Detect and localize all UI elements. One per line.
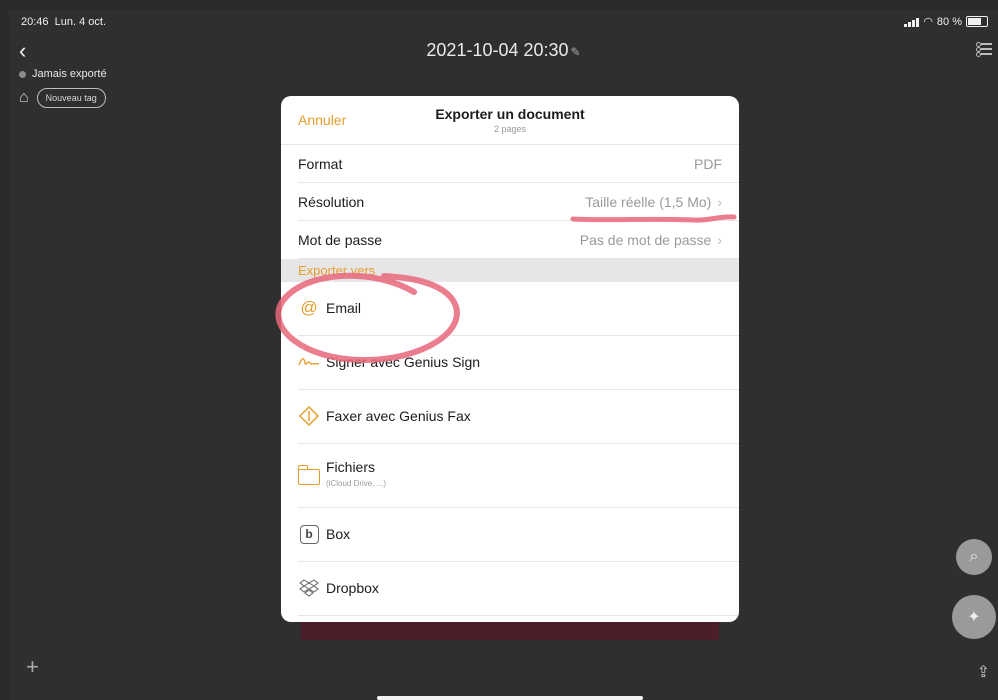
status-bar: 20:46 Lun. 4 oct. ◠ 80 % bbox=[9, 10, 998, 34]
folder-icon bbox=[298, 465, 320, 488]
sheet-header: Annuler Exporter un document 2 pages bbox=[281, 96, 739, 145]
format-value: PDF bbox=[694, 156, 722, 172]
magnifier-icon: ⌕ bbox=[969, 548, 979, 565]
tag-icon: ⌂ bbox=[19, 89, 29, 106]
focus-button[interactable]: ⌕ bbox=[956, 539, 992, 575]
share-icon: ⇪ bbox=[976, 664, 990, 681]
destination-files[interactable]: Fichiers (iCloud Drive, ...) bbox=[298, 444, 739, 508]
app-screen: 20:46 Lun. 4 oct. ◠ 80 % ‹ 2021-10-04 20… bbox=[9, 10, 998, 700]
destination-label: Dropbox bbox=[326, 580, 379, 596]
export-sheet: Annuler Exporter un document 2 pages For… bbox=[281, 96, 739, 622]
format-row[interactable]: Format PDF bbox=[298, 145, 739, 183]
home-indicator bbox=[377, 696, 643, 700]
new-tag-button[interactable]: Nouveau tag bbox=[36, 88, 106, 108]
destination-box[interactable]: b Box bbox=[298, 508, 739, 562]
export-status: Jamais exporté bbox=[19, 68, 107, 80]
at-icon: @ bbox=[300, 298, 318, 317]
destination-email[interactable]: @ Email bbox=[298, 282, 739, 336]
add-page-button[interactable]: + bbox=[26, 654, 39, 680]
destination-sublabel: (iCloud Drive, ...) bbox=[326, 479, 387, 488]
destination-label: Faxer avec Genius Fax bbox=[326, 408, 471, 424]
box-icon: b bbox=[298, 523, 320, 545]
sheet-subtitle: 2 pages bbox=[493, 124, 527, 134]
chevron-right-icon: › bbox=[717, 232, 722, 248]
resolution-label: Résolution bbox=[298, 194, 365, 210]
share-button[interactable]: ⇪ bbox=[977, 662, 990, 682]
status-time: 20:46 Lun. 4 oct. bbox=[21, 16, 107, 28]
password-row[interactable]: Mot de passe Pas de mot de passe › bbox=[298, 221, 739, 259]
signal-icon bbox=[904, 17, 920, 27]
battery-icon bbox=[966, 16, 988, 27]
status-dot-icon bbox=[19, 70, 26, 78]
destination-genius-sign[interactable]: Signer avec Genius Sign bbox=[298, 336, 739, 390]
format-label: Format bbox=[298, 156, 343, 172]
destination-label: Signer avec Genius Sign bbox=[326, 354, 481, 370]
password-label: Mot de passe bbox=[298, 232, 383, 248]
destination-genius-fax[interactable]: Faxer avec Genius Fax bbox=[298, 390, 739, 444]
section-header-export-to: Exporter vers bbox=[281, 259, 739, 282]
resolution-value: Taille réelle (1,5 Mo) › bbox=[585, 194, 722, 210]
destination-label: Email bbox=[326, 300, 362, 316]
status-right: ◠ 80 % bbox=[904, 15, 988, 28]
wifi-icon: ◠ bbox=[923, 16, 933, 28]
plus-icon: + bbox=[26, 654, 39, 679]
magic-wand-icon: ✦ bbox=[967, 609, 981, 626]
checklist-icon[interactable] bbox=[976, 40, 992, 58]
destination-label: Fichiers bbox=[326, 459, 376, 475]
document-title[interactable]: 2021-10-04 20:30 ✎ bbox=[9, 40, 998, 61]
destination-label: Box bbox=[326, 526, 351, 542]
sheet-title: Exporter un document bbox=[435, 106, 585, 122]
password-value: Pas de mot de passe › bbox=[579, 232, 722, 248]
destination-dropbox[interactable]: Dropbox bbox=[298, 562, 739, 616]
tag-row: ⌂ Nouveau tag bbox=[19, 88, 106, 108]
fax-icon bbox=[298, 405, 320, 427]
battery-percent: 80 % bbox=[936, 15, 962, 28]
magic-wand-button[interactable]: ✦ bbox=[952, 595, 996, 639]
chevron-right-icon: › bbox=[717, 194, 722, 210]
pencil-icon: ✎ bbox=[570, 45, 581, 59]
signature-icon bbox=[298, 351, 320, 373]
resolution-row[interactable]: Résolution Taille réelle (1,5 Mo) › bbox=[298, 183, 739, 221]
dropbox-icon bbox=[298, 577, 320, 599]
